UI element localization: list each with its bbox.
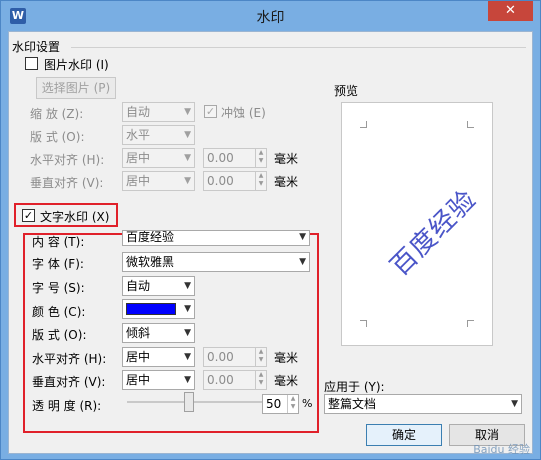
- chevron-down-icon: ▼: [184, 107, 191, 117]
- chevron-down-icon: ▼: [184, 153, 191, 163]
- chevron-down-icon: ▼: [184, 130, 191, 140]
- picture-valign-offset[interactable]: 0.00 ▲ ▼: [203, 171, 267, 191]
- apply-to-value: 整篇文档: [328, 397, 377, 411]
- picture-valign-value: 居中: [126, 174, 151, 188]
- content-label: 内 容 (T):: [32, 235, 85, 249]
- picture-layout-select[interactable]: 水平 ▼: [122, 125, 195, 145]
- font-value: 微软雅黑: [126, 255, 175, 269]
- font-label: 字 体 (F):: [32, 257, 84, 271]
- picture-halign-unit: 毫米: [274, 152, 299, 166]
- preview-label: 预览: [334, 84, 359, 98]
- chevron-down-icon: ▼: [299, 232, 306, 242]
- picture-halign-label: 水平对齐 (H):: [30, 153, 105, 167]
- text-valign-unit: 毫米: [274, 374, 299, 388]
- text-valign-value: 居中: [126, 373, 151, 387]
- chevron-down-icon: ▼: [184, 281, 191, 291]
- color-label: 颜 色 (C):: [32, 305, 86, 319]
- text-valign-offset[interactable]: 0.00 ▲ ▼: [203, 370, 267, 390]
- transparency-label: 透 明 度 (R):: [32, 399, 102, 413]
- margin-corner-mark: [360, 121, 367, 128]
- color-swatch: [126, 303, 176, 315]
- picture-valign-label: 垂直对齐 (V):: [30, 176, 104, 190]
- text-halign-select[interactable]: 居中 ▼: [122, 347, 195, 367]
- apply-to-label: 应用于 (Y):: [324, 380, 385, 394]
- text-layout-value: 倾斜: [126, 326, 151, 340]
- chevron-down-icon: ▼: [184, 176, 191, 186]
- text-halign-unit: 毫米: [274, 351, 299, 365]
- washout-checkbox[interactable]: ✓: [204, 105, 217, 118]
- text-watermark-label: 文字水印 (X): [40, 210, 110, 224]
- text-layout-label: 版 式 (O):: [32, 328, 87, 342]
- margin-corner-mark: [360, 320, 367, 327]
- apply-to-select[interactable]: 整篇文档 ▼: [324, 394, 522, 414]
- text-layout-select[interactable]: 倾斜 ▼: [122, 323, 195, 343]
- transparency-unit: %: [302, 397, 313, 410]
- picture-halign-value: 居中: [126, 151, 151, 165]
- transparency-slider-track[interactable]: [127, 401, 262, 403]
- picture-watermark-label: 图片水印 (I): [44, 58, 109, 72]
- spinner-arrows-icon[interactable]: ▲ ▼: [255, 371, 266, 389]
- washout-label: 冲蚀 (E): [221, 106, 266, 120]
- text-halign-label: 水平对齐 (H):: [32, 352, 107, 366]
- margin-corner-mark: [467, 121, 474, 128]
- choose-picture-button[interactable]: 选择图片 (P): [36, 77, 116, 99]
- group-divider: [71, 47, 526, 48]
- watermark-settings-label: 水印设置: [12, 40, 61, 54]
- spinner-arrows-icon[interactable]: ▲ ▼: [255, 149, 266, 167]
- text-halign-offset[interactable]: 0.00 ▲ ▼: [203, 347, 267, 367]
- title-bar[interactable]: W 水印 ✕: [1, 1, 540, 31]
- picture-layout-label: 版 式 (O):: [30, 130, 85, 144]
- picture-valign-select[interactable]: 居中 ▼: [122, 171, 195, 191]
- spinner-arrows-icon[interactable]: ▲ ▼: [287, 395, 298, 413]
- transparency-input[interactable]: 50 ▲ ▼: [262, 394, 299, 414]
- scale-value: 自动: [126, 105, 151, 119]
- chevron-down-icon: ▼: [184, 375, 191, 385]
- preview-watermark-text: 百度经验: [384, 184, 483, 283]
- baidu-watermark: Baidu 经验: [473, 443, 530, 456]
- size-value: 自动: [126, 279, 151, 293]
- transparency-slider-thumb[interactable]: [184, 392, 194, 412]
- window-title: 水印: [256, 10, 285, 26]
- picture-valign-unit: 毫米: [274, 175, 299, 189]
- picture-halign-offset-value: 0.00: [207, 151, 234, 165]
- transparency-value: 50: [266, 397, 282, 411]
- preview-pane: 百度经验: [341, 102, 493, 346]
- picture-valign-offset-value: 0.00: [207, 174, 234, 188]
- chevron-down-icon: ▼: [511, 399, 518, 409]
- color-picker[interactable]: ▼: [122, 299, 195, 319]
- close-button[interactable]: ✕: [488, 1, 533, 21]
- text-watermark-checkbox[interactable]: ✓: [22, 209, 35, 222]
- picture-halign-offset[interactable]: 0.00 ▲ ▼: [203, 148, 267, 168]
- picture-layout-value: 水平: [126, 128, 151, 142]
- size-label: 字 号 (S):: [32, 281, 85, 295]
- margin-corner-mark: [467, 320, 474, 327]
- dialog-body: 水印设置 图片水印 (I) 选择图片 (P) 缩 放 (Z): 自动 ▼ ✓ 冲…: [8, 31, 533, 454]
- font-select[interactable]: 微软雅黑 ▼: [122, 252, 310, 272]
- spinner-arrows-icon[interactable]: ▲ ▼: [255, 348, 266, 366]
- scale-select[interactable]: 自动 ▼: [122, 102, 195, 122]
- scale-label: 缩 放 (Z):: [30, 107, 84, 121]
- text-valign-offset-value: 0.00: [207, 373, 234, 387]
- text-halign-value: 居中: [126, 350, 151, 364]
- size-select[interactable]: 自动 ▼: [122, 276, 195, 296]
- text-valign-select[interactable]: 居中 ▼: [122, 370, 195, 390]
- content-input[interactable]: 百度经验 ▼: [122, 230, 310, 246]
- spinner-arrows-icon[interactable]: ▲ ▼: [255, 172, 266, 190]
- ok-button[interactable]: 确定: [366, 424, 442, 446]
- content-value: 百度经验: [126, 230, 175, 244]
- watermark-dialog: W 水印 ✕ 水印设置 图片水印 (I) 选择图片 (P) 缩 放 (Z): 自…: [0, 0, 541, 460]
- text-halign-offset-value: 0.00: [207, 350, 234, 364]
- chevron-down-icon: ▼: [184, 352, 191, 362]
- chevron-down-icon: ▼: [184, 304, 191, 314]
- chevron-down-icon: ▼: [299, 257, 306, 267]
- picture-watermark-checkbox[interactable]: [25, 57, 38, 70]
- text-valign-label: 垂直对齐 (V):: [32, 375, 106, 389]
- picture-halign-select[interactable]: 居中 ▼: [122, 148, 195, 168]
- chevron-down-icon: ▼: [184, 328, 191, 338]
